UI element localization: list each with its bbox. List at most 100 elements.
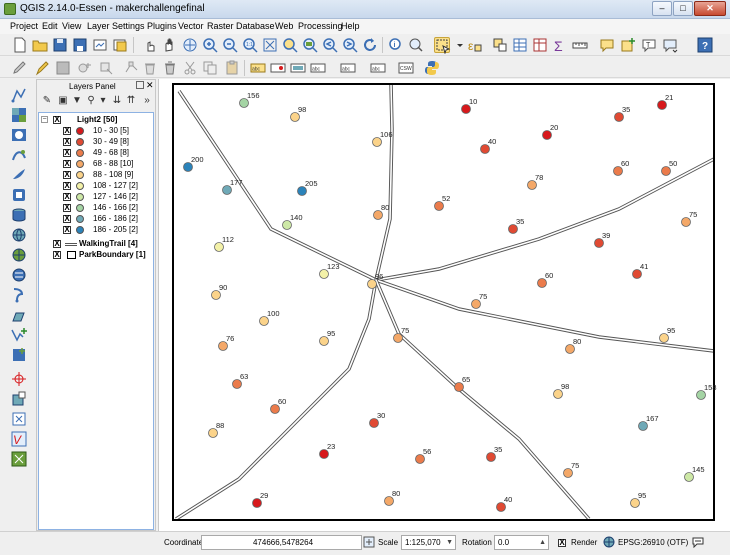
save-project-icon[interactable] [52,37,68,53]
select-features-icon[interactable] [434,37,451,54]
filter-dropdown-icon[interactable]: ▾ [97,95,109,107]
class-visibility-checkbox[interactable]: X [63,138,71,146]
add-virtual-layer-icon[interactable] [11,307,27,323]
more-options-icon[interactable]: » [141,95,153,107]
menu-vector[interactable]: Vector [178,21,204,31]
menu-settings[interactable]: Settings [112,21,145,31]
csw-catalog-icon[interactable]: CSW [398,60,414,76]
zoom-next-icon[interactable] [342,37,358,53]
raster-tool-icon[interactable]: V [11,431,27,447]
class-visibility-checkbox[interactable]: X [63,171,71,179]
new-project-icon[interactable] [12,37,28,53]
class-visibility-checkbox[interactable]: X [63,215,71,223]
copy-features-icon[interactable] [202,60,218,76]
toggle-editing-icon[interactable] [34,60,50,76]
label-tool-icon[interactable]: abc [250,60,266,76]
coordinate-capture-icon[interactable] [11,411,27,427]
paste-features-icon[interactable] [224,60,240,76]
add-wms-layer-icon[interactable] [11,227,27,243]
add-db2-layer-icon[interactable] [11,207,27,223]
float-panel-button[interactable] [136,81,144,89]
close-button[interactable]: ✕ [694,1,726,16]
field-calculator-icon[interactable] [532,37,548,53]
zoom-last-icon[interactable] [322,37,338,53]
add-mssql-layer-icon[interactable] [11,167,27,183]
zoom-to-selection-icon[interactable] [282,37,298,53]
change-label-icon[interactable]: abc [370,60,386,76]
georeferencer-icon[interactable] [11,391,27,407]
layer-parkboundary[interactable]: X ParkBoundary [1] [39,250,155,260]
attribute-table-icon[interactable] [512,37,528,53]
class-visibility-checkbox[interactable]: X [63,226,71,234]
layer-name[interactable]: ParkBoundary [1] [79,250,146,260]
add-raster-layer-icon[interactable] [11,107,27,123]
add-vector-layer-icon[interactable] [11,87,27,103]
deselect-all-icon[interactable] [492,37,508,53]
identify-features-icon[interactable]: i [388,37,404,53]
menu-web[interactable]: Web [275,21,293,31]
zoom-to-layer-icon[interactable] [302,37,318,53]
legend-class-row[interactable]: X 186 - 205 [2] [39,225,155,235]
rotate-label-icon[interactable]: abc [340,60,356,76]
crs-status[interactable]: EPSG:26910 (OTF) [618,538,688,547]
menu-raster[interactable]: Raster [207,21,234,31]
add-feature-icon[interactable] [76,60,92,76]
zoom-in-icon[interactable] [202,37,218,53]
coordinate-field[interactable]: 474666,5478264 [201,535,362,550]
move-feature-icon[interactable] [98,60,114,76]
save-as-icon[interactable] [72,37,88,53]
python-console-icon[interactable] [424,60,440,76]
style-manager-icon[interactable]: ✎ [41,95,53,107]
layer-light2[interactable]: − X Light2 [50] [39,115,155,125]
highlight-labels-icon[interactable] [290,60,306,76]
topology-checker-icon[interactable] [11,451,27,467]
maximize-button[interactable]: □ [673,1,693,16]
filter-legend-icon[interactable]: ▼ [71,95,83,107]
add-oracle-layer-icon[interactable] [11,187,27,203]
class-visibility-checkbox[interactable]: X [63,182,71,190]
add-wfs-layer-icon[interactable] [11,267,27,283]
add-gps-tool-icon[interactable] [11,371,27,387]
pan-to-selection-icon[interactable] [182,37,198,53]
touch-zoom-icon[interactable] [142,37,158,53]
class-visibility-checkbox[interactable]: X [63,193,71,201]
menu-plugins[interactable]: Plugins [147,21,177,31]
statistical-summary-icon[interactable]: Σ [552,37,568,53]
legend-class-row[interactable]: X 30 - 49 [8] [39,137,155,147]
layer-visibility-checkbox[interactable]: X [53,251,61,259]
class-visibility-checkbox[interactable]: X [63,127,71,135]
menu-database[interactable]: Database [236,21,275,31]
menu-edit[interactable]: Edit [42,21,58,31]
delete-selected-icon[interactable] [142,60,158,76]
legend-class-row[interactable]: X 49 - 68 [8] [39,148,155,158]
filter-expression-icon[interactable]: ⚲ [85,95,97,107]
help-icon[interactable]: ? [697,37,713,53]
new-spatialite-layer-icon[interactable] [11,347,27,363]
crs-globe-icon[interactable] [603,536,615,548]
legend-class-row[interactable]: X 166 - 186 [2] [39,214,155,224]
close-panel-button[interactable]: ✕ [146,80,154,91]
refresh-icon[interactable] [362,37,378,53]
add-delimited-text-icon[interactable] [11,287,27,303]
cut-features-icon[interactable] [182,60,198,76]
scale-dropdown[interactable]: 1:125,070 ▼ [401,535,456,550]
open-project-icon[interactable] [32,37,48,53]
save-edits-icon[interactable] [55,60,71,76]
legend-class-row[interactable]: X 68 - 88 [10] [39,159,155,169]
expand-all-icon[interactable]: ⇊ [111,95,123,107]
delete-icon[interactable] [162,60,178,76]
legend-class-row[interactable]: X 108 - 127 [2] [39,181,155,191]
class-visibility-checkbox[interactable]: X [63,160,71,168]
add-postgis-layer-icon[interactable] [11,127,27,143]
current-edits-icon[interactable] [12,60,28,76]
menu-help[interactable]: Help [341,21,360,31]
zoom-out-icon[interactable] [222,37,238,53]
add-group-icon[interactable]: ▣ [57,95,69,107]
class-visibility-checkbox[interactable]: X [63,204,71,212]
map-canvas[interactable]: 156 98 10 35 21 106 20 40 200 177 205 78 60 50 52 80 140… [158,79,730,531]
layer-name[interactable]: WalkingTrail [4] [79,239,138,249]
layer-name[interactable]: Light2 [50] [77,115,117,125]
add-spatialite-layer-icon[interactable] [11,147,27,163]
move-label-icon[interactable]: abc [310,60,326,76]
messages-icon[interactable] [692,536,704,548]
